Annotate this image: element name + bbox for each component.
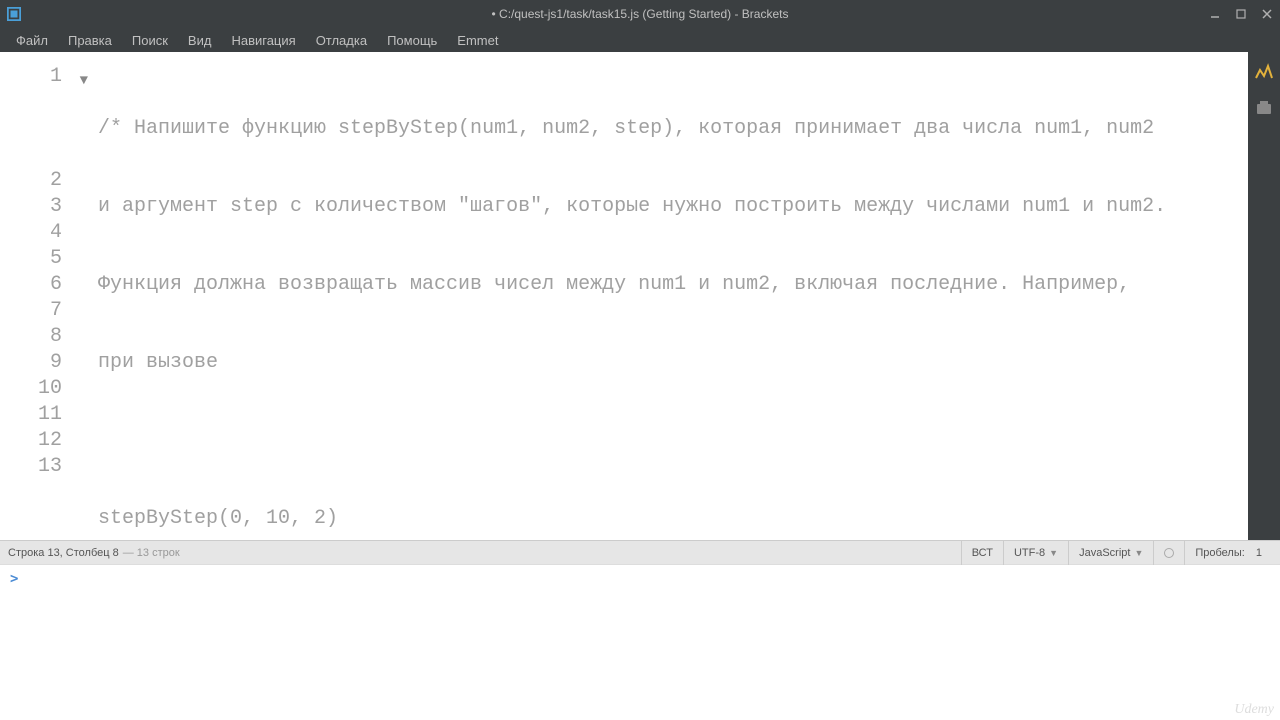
gutter-line: 2 [0, 168, 70, 194]
insert-mode[interactable]: ВСТ [961, 541, 1003, 565]
comment-text: и аргумент step с количеством "шагов", к… [98, 195, 1166, 218]
chevron-down-icon: ▼ [1134, 548, 1143, 558]
gutter-line: 1▼ [0, 64, 70, 90]
comment-text: при вызове [98, 351, 218, 374]
gutter: 1▼ 2 3 4 5 6 7 8 9 10 11 12 13 [0, 52, 70, 540]
gutter-line: 12 [0, 428, 70, 454]
gutter-line: 6 [0, 272, 70, 298]
language-selector[interactable]: JavaScript▼ [1068, 541, 1153, 565]
window-controls [1202, 2, 1280, 26]
cursor-position: Строка 13, Столбец 8 [8, 547, 119, 559]
console-panel[interactable]: > [0, 564, 1280, 720]
status-cursor-info[interactable]: Строка 13, Столбец 8 — 13 строк [8, 547, 961, 559]
menu-debug[interactable]: Отладка [306, 30, 377, 51]
extensions-button[interactable] [1252, 96, 1276, 120]
menu-help[interactable]: Помощь [377, 30, 447, 51]
spaces-indicator[interactable]: Пробелы: 1 [1184, 541, 1272, 565]
gutter-line: 3 [0, 194, 70, 220]
comment-text: stepByStep(0, 10, 2) [98, 507, 338, 530]
watermark: Udemy [1234, 702, 1274, 718]
encoding-selector[interactable]: UTF-8▼ [1003, 541, 1068, 565]
status-right: ВСТ UTF-8▼ JavaScript▼ Пробелы: 1 [961, 541, 1272, 565]
console-prompt: > [10, 571, 18, 587]
menu-view[interactable]: Вид [178, 30, 222, 51]
right-toolbar [1248, 52, 1280, 540]
live-preview-button[interactable] [1252, 60, 1276, 84]
gutter-line: 8 [0, 324, 70, 350]
menu-find[interactable]: Поиск [122, 30, 178, 51]
comment-text: Функция должна возвращать массив чисел м… [98, 273, 1130, 296]
minimize-button[interactable] [1202, 2, 1228, 26]
gutter-line: 13 [0, 454, 70, 480]
app-icon [6, 6, 22, 22]
menu-navigate[interactable]: Навигация [221, 30, 305, 51]
code-area[interactable]: /* Напишите функцию stepByStep(num1, num… [70, 52, 1248, 540]
window-title: • C:/quest-js1/task/task15.js (Getting S… [492, 7, 789, 21]
lint-status[interactable] [1153, 541, 1184, 565]
comment-text: /* Напишите функцию stepByStep(num1, num… [98, 117, 1154, 140]
menubar: Файл Правка Поиск Вид Навигация Отладка … [0, 28, 1280, 52]
chevron-down-icon: ▼ [1049, 548, 1058, 558]
gutter-line: 10 [0, 376, 70, 402]
gutter-line: 7 [0, 298, 70, 324]
gutter-line: 4 [0, 220, 70, 246]
gutter-line: 5 [0, 246, 70, 272]
maximize-button[interactable] [1228, 2, 1254, 26]
gutter-line: 9 [0, 350, 70, 376]
fold-icon[interactable]: ▼ [80, 68, 88, 94]
line-count: — 13 строк [123, 547, 180, 559]
gutter-line: 11 [0, 402, 70, 428]
menu-edit[interactable]: Правка [58, 30, 122, 51]
menu-file[interactable]: Файл [6, 30, 58, 51]
titlebar: • C:/quest-js1/task/task15.js (Getting S… [0, 0, 1280, 28]
editor[interactable]: 1▼ 2 3 4 5 6 7 8 9 10 11 12 13 /* Напиши… [0, 52, 1248, 540]
menu-emmet[interactable]: Emmet [447, 30, 508, 51]
close-button[interactable] [1254, 2, 1280, 26]
statusbar: Строка 13, Столбец 8 — 13 строк ВСТ UTF-… [0, 540, 1280, 564]
lint-circle-icon [1164, 548, 1174, 558]
main-area: 1▼ 2 3 4 5 6 7 8 9 10 11 12 13 /* Напиши… [0, 52, 1280, 540]
